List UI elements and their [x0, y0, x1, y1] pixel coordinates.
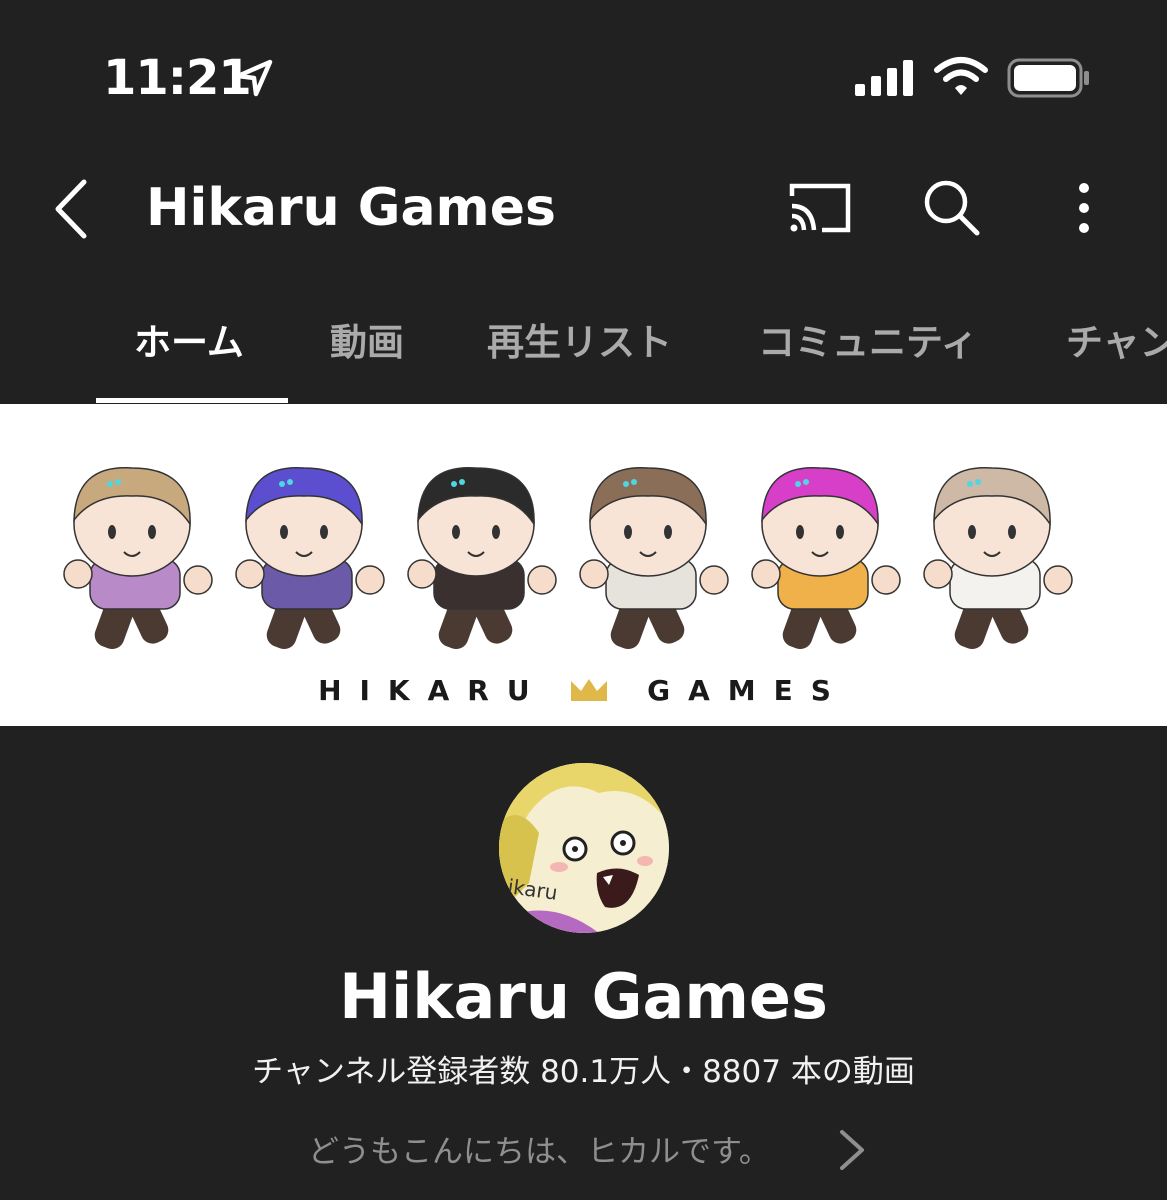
signal-icon [855, 60, 913, 96]
banner-character [407, 467, 557, 650]
banner-character [923, 467, 1073, 650]
channel-avatar[interactable]: ikaru [499, 763, 669, 933]
app-title: Hikaru Games [146, 178, 556, 238]
wifi-icon [934, 57, 988, 95]
back-icon[interactable] [48, 176, 96, 242]
channel-banner: HIKARU GAMES [0, 404, 1167, 726]
banner-logo-right: GAMES [647, 674, 849, 707]
banner-character [235, 467, 385, 650]
channel-stats: チャンネル登録者数 80.1万人・8807 本の動画 [252, 1054, 915, 1090]
banner-logo: HIKARU GAMES [0, 674, 1167, 707]
channel-tabs: ホーム 動画 再生リスト コミュニティ チャン [0, 276, 1167, 404]
tab-videos[interactable]: 動画 [330, 312, 404, 366]
crown-icon [571, 679, 608, 701]
banner-illustration [63, 467, 1073, 650]
tab-playlists[interactable]: 再生リスト [487, 312, 672, 366]
status-time: 11:21 [103, 50, 252, 106]
more-icon[interactable] [1066, 180, 1102, 236]
chevron-right-icon[interactable] [834, 1126, 870, 1174]
channel-description-row[interactable]: どうもこんにちは、ヒカルです。 [0, 1120, 1167, 1180]
location-arrow-icon [235, 59, 273, 97]
search-icon[interactable] [920, 176, 982, 238]
banner-character [63, 467, 213, 650]
battery-icon [1007, 58, 1089, 98]
active-tab-indicator [96, 398, 288, 403]
channel-description: どうもこんにちは、ヒカルです。 [308, 1134, 770, 1170]
channel-name: Hikaru Games [339, 960, 828, 1033]
tab-home[interactable]: ホーム [134, 312, 244, 366]
avatar-illustration: ikaru [499, 763, 669, 933]
status-bar: 11:21 [0, 0, 1167, 150]
tab-channels[interactable]: チャン [1066, 312, 1167, 366]
banner-logo-left: HIKARU [318, 674, 548, 707]
cast-icon[interactable] [786, 180, 854, 236]
tab-community[interactable]: コミュニティ [758, 312, 978, 366]
banner-character [579, 467, 729, 650]
banner-character [751, 467, 901, 650]
app-bar: Hikaru Games [0, 150, 1167, 270]
